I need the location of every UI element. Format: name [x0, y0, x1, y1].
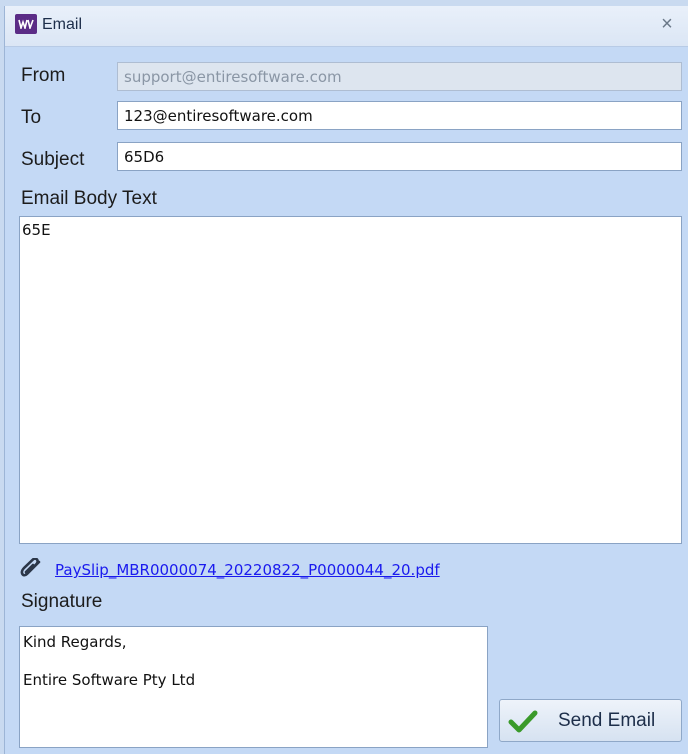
window-title: Email	[42, 16, 83, 33]
app-logo-icon	[15, 14, 37, 34]
body-textarea[interactable]	[19, 216, 682, 544]
to-label: To	[21, 107, 42, 128]
signature-line-1: Kind Regards,	[23, 633, 127, 651]
to-field[interactable]	[117, 101, 682, 130]
close-button[interactable]: ×	[656, 12, 678, 36]
subject-label: Subject	[21, 149, 85, 170]
checkmark-icon	[508, 710, 538, 732]
signature-textarea[interactable]: Kind Regards, Entire Software Pty Ltd	[19, 626, 488, 748]
from-field[interactable]	[117, 62, 682, 91]
from-label: From	[21, 65, 66, 86]
paperclip-icon	[20, 558, 41, 577]
signature-line-2: Entire Software Pty Ltd	[23, 671, 196, 689]
email-dialog: Email × From To Subject Email Body Text …	[4, 6, 688, 754]
subject-field[interactable]	[117, 142, 682, 171]
attachment-row: PaySlip_MBR0000074_20220822_P0000044_20.…	[19, 558, 440, 582]
body-label: Email Body Text	[21, 188, 157, 209]
send-email-button[interactable]: Send Email	[499, 699, 682, 742]
signature-label: Signature	[21, 591, 103, 612]
attachment-link[interactable]: PaySlip_MBR0000074_20220822_P0000044_20.…	[55, 561, 440, 579]
title-bar: Email ×	[5, 6, 688, 47]
send-email-label: Send Email	[558, 709, 656, 731]
